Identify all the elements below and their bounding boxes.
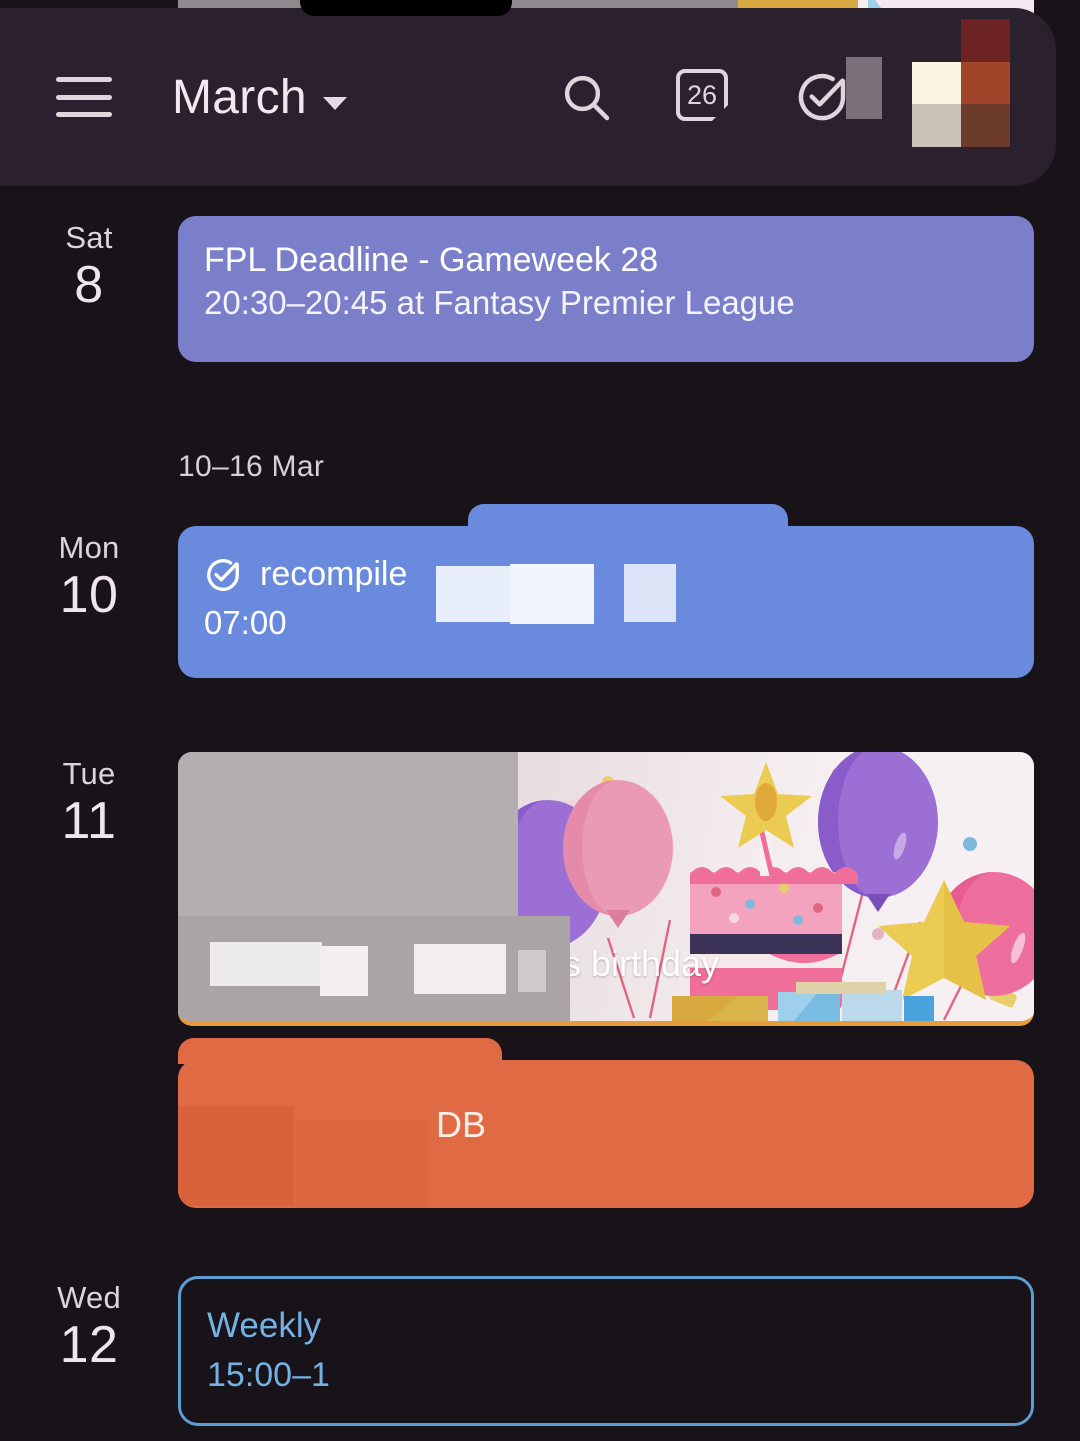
day-row: Tue 11 s birthday DB [0, 752, 1080, 1230]
calendar-app: A 's birthday Sat 8 FPL Deadline - Gamew… [0, 0, 1080, 1441]
event-subtitle: 20:30–20:45 at Fantasy Premier League [204, 284, 795, 322]
task-chip-recompile[interactable]: recompile 07:00 [178, 526, 1034, 678]
day-of-week: Mon [58, 530, 120, 565]
avatar-pixel [961, 61, 1010, 105]
redaction-block [414, 944, 506, 994]
event-chip-birthday[interactable]: s birthday [178, 752, 1034, 1026]
task-check-icon [207, 559, 239, 592]
redaction-block [178, 1106, 294, 1206]
day-label-tue-11: Tue 11 [0, 752, 178, 851]
day-of-week: Tue [62, 756, 116, 791]
avatar-pixel [912, 19, 961, 62]
top-bar-actions: 26 [558, 19, 1056, 161]
tasks-button[interactable] [794, 57, 882, 125]
event-chip-weekly[interactable]: Weekly 15:00–1 [178, 1276, 1034, 1426]
task-title: recompile [260, 555, 408, 593]
day-row: Sat 8 FPL Deadline - Gameweek 28 20:30–2… [0, 216, 1080, 372]
redaction-block [518, 950, 546, 992]
avatar-pixel [912, 61, 961, 105]
search-button[interactable] [558, 69, 614, 125]
redaction-block [510, 564, 594, 624]
day-row: Wed 12 Weekly 15:00–1 [0, 1276, 1080, 1436]
day-number: 11 [61, 791, 117, 850]
redaction-block [296, 1120, 428, 1208]
month-selector[interactable]: March [172, 70, 347, 125]
today-button[interactable]: 26 [676, 69, 732, 125]
redaction-block [320, 946, 368, 996]
redaction-block [624, 564, 676, 622]
day-number: 10 [59, 565, 119, 624]
event-chip-fpl-deadline[interactable]: FPL Deadline - Gameweek 28 20:30–20:45 a… [178, 216, 1034, 362]
birthday-title: s birthday [563, 943, 720, 984]
day-label-wed-12: Wed 12 [0, 1276, 178, 1375]
hamburger-line [56, 94, 112, 100]
event-chip-db[interactable]: DB [178, 1060, 1034, 1208]
today-calendar-icon: 26 [676, 69, 728, 121]
day-number: 8 [74, 255, 104, 314]
day-number: 12 [59, 1315, 119, 1374]
day-events-wed-12: Weekly 15:00–1 [178, 1276, 1080, 1436]
redaction-block [331, 1279, 1031, 1423]
redaction-block [210, 942, 322, 986]
day-events-sat-8: FPL Deadline - Gameweek 28 20:30–20:45 a… [178, 216, 1080, 372]
event-title: DB [436, 1104, 487, 1145]
avatar[interactable] [912, 19, 1010, 147]
hamburger-menu-icon[interactable] [56, 77, 112, 117]
hamburger-line [56, 77, 112, 82]
day-label-mon-10: Mon 10 [0, 526, 178, 625]
avatar-pixel [961, 104, 1010, 147]
app-top-bar: March 26 [0, 8, 1056, 186]
hamburger-line [56, 112, 112, 117]
status-bar-notch [300, 0, 512, 16]
today-date-number: 26 [686, 79, 718, 110]
week-range-header: 10–16 Mar [178, 450, 325, 483]
redaction-block [846, 57, 882, 119]
chevron-down-icon [322, 96, 347, 110]
task-title-line: recompile [204, 552, 1008, 596]
avatar-pixel [961, 19, 1010, 62]
day-of-week: Wed [57, 1280, 121, 1315]
event-title: FPL Deadline - Gameweek 28 [204, 241, 659, 279]
page-title: March [172, 70, 307, 124]
task-check-circle-icon [798, 73, 846, 121]
agenda-scroll-view[interactable]: A 's birthday Sat 8 FPL Deadline - Gamew… [0, 0, 1080, 1441]
day-of-week: Sat [65, 220, 113, 255]
avatar-pixel [912, 104, 961, 147]
day-row: Mon 10 recompile 07:00 [0, 504, 1080, 700]
day-events-tue-11: s birthday DB [178, 752, 1080, 1230]
task-time: 07:00 [204, 604, 287, 642]
day-label-sat-8: Sat 8 [0, 216, 178, 315]
day-events-mon-10: recompile 07:00 [178, 504, 1080, 700]
search-icon [564, 75, 610, 121]
